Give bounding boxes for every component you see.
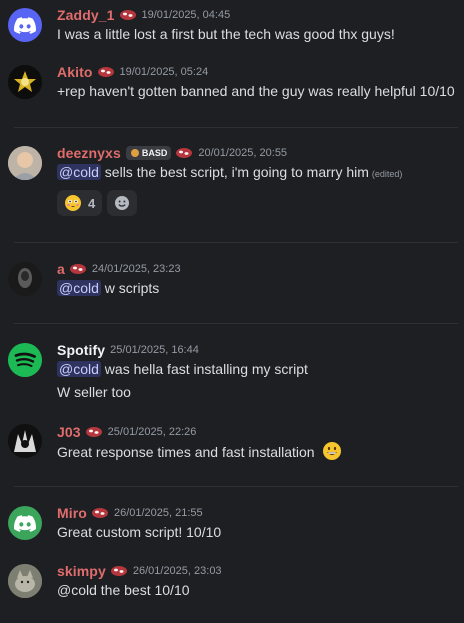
chat-message-list: Zaddy_1 19/01/2025, 04:45 I was a little… <box>0 0 464 623</box>
edited-label: (edited) <box>371 169 403 179</box>
divider <box>14 242 458 243</box>
user-avatar-image <box>8 146 42 180</box>
reaction-count: 4 <box>88 195 96 211</box>
message-timestamp: 26/01/2025, 21:55 <box>113 507 203 519</box>
user-mention[interactable]: @cold <box>57 280 101 296</box>
user-mention[interactable]: @cold <box>57 164 101 180</box>
divider <box>14 323 458 324</box>
username[interactable]: Miro <box>57 505 87 521</box>
message-text: sells the best script, i'm going to marr… <box>104 164 369 180</box>
message-content: @cold was hella fast installing my scrip… <box>57 359 458 379</box>
message-timestamp: 19/01/2025, 05:24 <box>119 66 209 78</box>
message-content: Great custom script! 10/10 <box>57 524 222 540</box>
avatar[interactable] <box>8 343 42 377</box>
message-timestamp: 19/01/2025, 04:45 <box>141 9 231 21</box>
message-content: W seller too <box>57 384 131 400</box>
divider <box>14 486 458 487</box>
server-tag-label: BASD <box>141 148 168 158</box>
username[interactable]: a <box>57 261 65 277</box>
avatar[interactable] <box>8 8 42 42</box>
message-content: @cold the best 10/10 <box>57 582 190 598</box>
clan-badge-icon[interactable] <box>91 507 109 519</box>
username[interactable]: J03 <box>57 424 81 440</box>
add-reaction-button[interactable] <box>107 190 138 216</box>
reactions-bar: 4 <box>57 190 458 216</box>
tag-icon <box>130 149 139 157</box>
spotify-logo-icon <box>8 343 42 377</box>
message-content: @cold sells the best script, i'm going t… <box>57 162 458 184</box>
clan-badge-icon[interactable] <box>69 263 87 275</box>
divider <box>14 127 458 128</box>
avatar[interactable] <box>8 424 42 458</box>
message-content: @cold w scripts <box>57 278 458 298</box>
clan-badge-icon[interactable] <box>175 147 193 159</box>
message-content: Great response times and fast installati… <box>57 441 458 462</box>
username[interactable]: Spotify <box>57 342 105 358</box>
clan-badge-icon[interactable] <box>85 426 103 438</box>
username[interactable]: Zaddy_1 <box>57 7 115 23</box>
clan-badge-icon[interactable] <box>110 565 128 577</box>
message-text: Great response times and fast installati… <box>57 444 315 460</box>
username[interactable]: skimpy <box>57 563 106 579</box>
message-timestamp: 25/01/2025, 16:44 <box>110 344 199 356</box>
message-text: was hella fast installing my script <box>104 361 308 377</box>
add-reaction-icon <box>115 196 130 210</box>
message-text: w scripts <box>104 280 160 296</box>
message-content: I was a little lost a first but the tech… <box>57 26 395 42</box>
message-timestamp: 24/01/2025, 23:23 <box>91 263 181 275</box>
user-avatar-image <box>8 262 42 296</box>
reaction-button[interactable]: 4 <box>57 190 103 216</box>
avatar[interactable] <box>8 506 42 540</box>
user-avatar-image <box>8 424 42 458</box>
grinning-face-emoji-icon <box>323 442 342 460</box>
message-timestamp: 26/01/2025, 23:03 <box>132 565 222 577</box>
user-avatar-image <box>8 564 42 598</box>
clan-badge-icon[interactable] <box>119 9 137 21</box>
avatar[interactable] <box>8 65 42 99</box>
message-content: +rep haven't gotten banned and the guy w… <box>57 83 455 99</box>
avatar[interactable] <box>8 262 42 296</box>
discord-logo-icon <box>14 16 36 34</box>
username[interactable]: deeznyxs <box>57 145 121 161</box>
message-timestamp: 20/01/2025, 20:55 <box>198 147 288 159</box>
discord-logo-icon <box>14 514 36 532</box>
user-mention[interactable]: @cold <box>57 361 101 377</box>
clan-badge-icon[interactable] <box>97 66 115 78</box>
server-tag[interactable]: BASD <box>125 146 172 160</box>
flushed-face-emoji-icon <box>65 195 81 211</box>
avatar[interactable] <box>8 146 42 180</box>
username[interactable]: Akito <box>57 64 93 80</box>
avatar[interactable] <box>8 564 42 598</box>
user-avatar-image <box>8 65 42 99</box>
message-timestamp: 25/01/2025, 22:26 <box>107 426 197 438</box>
